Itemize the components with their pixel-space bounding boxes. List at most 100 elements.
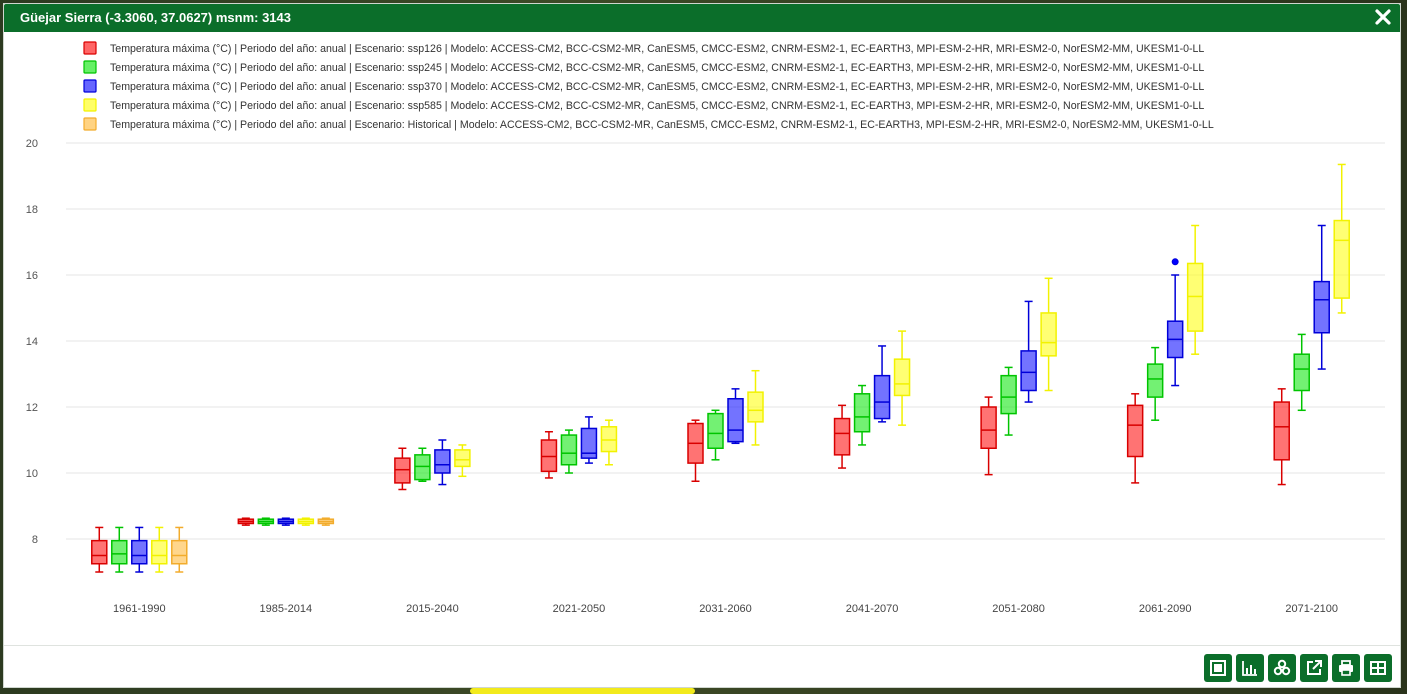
box-iqr	[171, 539, 188, 565]
box-2021-2050	[560, 429, 578, 474]
box-1985-2014	[317, 517, 335, 526]
box-1985-2014	[257, 517, 275, 526]
box-iqr	[833, 417, 851, 456]
box-iqr	[1293, 353, 1310, 392]
y-tick-label: 10	[26, 468, 38, 480]
chart-button[interactable]	[1236, 654, 1264, 682]
box-2031-2060	[747, 369, 764, 446]
box-iqr	[747, 391, 764, 423]
screenshot-icon	[1210, 660, 1226, 676]
box-iqr	[1186, 262, 1204, 332]
box-iqr	[540, 439, 558, 473]
box-2051-2080	[1020, 300, 1037, 403]
box-2015-2040	[454, 444, 471, 478]
box-iqr	[1040, 312, 1057, 357]
table-button[interactable]	[1364, 654, 1392, 682]
box-2061-2090	[1186, 224, 1204, 355]
y-tick-label: 16	[26, 270, 38, 282]
box-2071-2100	[1293, 333, 1310, 412]
x-tick-label: 2061-2090	[1139, 603, 1192, 615]
screenshot-button[interactable]	[1204, 654, 1232, 682]
x-tick-label: 2041-2070	[846, 603, 899, 615]
box-1985-2014	[277, 517, 295, 526]
box-2071-2100	[1333, 163, 1350, 314]
print-button[interactable]	[1332, 654, 1360, 682]
hazard-icon	[1273, 659, 1291, 676]
table-icon	[1370, 661, 1386, 675]
box-2071-2100	[1313, 224, 1330, 370]
box-iqr	[560, 434, 578, 466]
legend-item: Temperatura máxima (°C) | Periodo del añ…	[83, 98, 1204, 112]
box-iqr	[1273, 401, 1290, 461]
x-tick-label: 1961-1990	[113, 603, 166, 615]
box-2061-2090	[1166, 258, 1184, 387]
box-2031-2060	[707, 409, 724, 461]
box-iqr	[727, 398, 744, 443]
legend-item: Temperatura máxima (°C) | Periodo del añ…	[83, 79, 1204, 93]
window-title: Güejar Sierra (-3.3060, 37.0627) msnm: 3…	[20, 10, 291, 25]
legend-swatch	[83, 60, 97, 74]
box-2041-2070	[833, 404, 851, 469]
box-iqr	[131, 539, 148, 565]
y-tick-label: 12	[26, 402, 38, 414]
box-iqr	[91, 539, 108, 565]
box-iqr	[1000, 374, 1017, 415]
x-tick-label: 2015-2040	[406, 603, 459, 615]
box-2061-2090	[1126, 393, 1144, 484]
print-icon	[1339, 660, 1353, 676]
box-iqr	[111, 539, 128, 565]
footer-divider	[4, 645, 1400, 646]
box-iqr	[1020, 350, 1037, 392]
box-2041-2070	[873, 345, 891, 423]
box-iqr	[394, 457, 411, 484]
toolbar	[1204, 654, 1392, 682]
box-iqr	[1333, 219, 1350, 299]
legend-label: Temperatura máxima (°C) | Periodo del añ…	[110, 62, 1204, 74]
box-iqr	[980, 406, 997, 449]
box-1961-1990	[151, 526, 168, 573]
hazard-button[interactable]	[1268, 654, 1296, 682]
external-link-button[interactable]	[1300, 654, 1328, 682]
chart-area: 8 10 12 14 16 18 20 1961-1990 1985-2014 2015-2040…	[4, 32, 1400, 644]
legend-label: Temperatura máxima (°C) | Periodo del añ…	[110, 43, 1204, 55]
box-iqr	[707, 412, 724, 450]
box-2031-2060	[727, 388, 744, 445]
box-2041-2070	[853, 384, 871, 446]
chart-popup-window: Güejar Sierra (-3.3060, 37.0627) msnm: 3…	[3, 3, 1401, 688]
box-2051-2080	[1040, 277, 1057, 392]
legend-swatch	[83, 117, 97, 131]
x-tick-label: 2021-2050	[553, 603, 606, 615]
box-2051-2080	[1000, 366, 1017, 436]
legend-label: Temperatura máxima (°C) | Periodo del añ…	[110, 81, 1204, 93]
x-tick-label: 1985-2014	[260, 603, 313, 615]
x-tick-label: 2051-2080	[992, 603, 1045, 615]
map-highlight	[470, 688, 695, 694]
close-button[interactable]	[1372, 6, 1394, 28]
box-1961-1990	[111, 526, 128, 573]
box-iqr	[873, 374, 891, 420]
box-1961-1990	[91, 526, 108, 573]
legend-item: Temperatura máxima (°C) | Periodo del añ…	[83, 60, 1204, 74]
box-1985-2014	[297, 517, 315, 526]
box-2071-2100	[1273, 388, 1290, 486]
outlier-point	[1171, 258, 1179, 266]
box-iqr	[893, 358, 911, 397]
legend-item: Temperatura máxima (°C) | Periodo del añ…	[83, 117, 1214, 131]
box-1961-1990	[131, 526, 148, 573]
external-link-icon	[1307, 660, 1322, 675]
box-2015-2040	[414, 447, 431, 482]
box-iqr	[1313, 280, 1330, 334]
box-1961-1990	[171, 526, 188, 573]
box-iqr	[434, 449, 451, 474]
box-2015-2040	[434, 439, 451, 486]
x-tick-label: 2071-2100	[1285, 603, 1338, 615]
box-iqr	[1146, 363, 1164, 398]
box-iqr	[151, 539, 168, 565]
legend-swatch	[83, 41, 97, 55]
box-iqr	[1126, 404, 1144, 458]
y-tick-label: 14	[26, 336, 38, 348]
chart-icon	[1242, 661, 1257, 676]
box-iqr	[454, 449, 471, 468]
y-tick-label: 20	[26, 138, 38, 150]
close-icon	[1375, 9, 1391, 25]
